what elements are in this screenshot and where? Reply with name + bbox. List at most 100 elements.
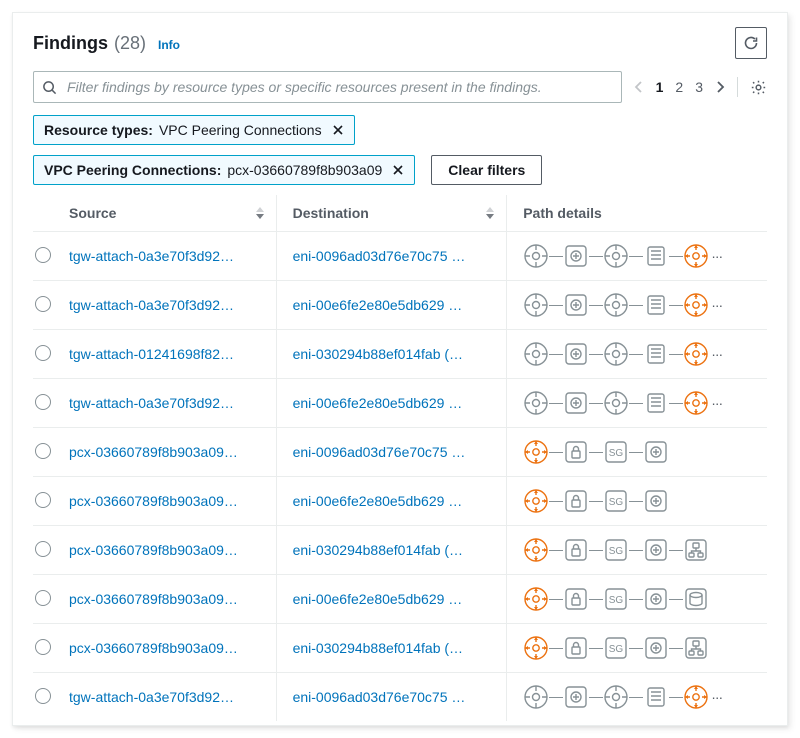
svg-text:SG: SG [609,644,624,655]
path-connector [589,403,603,404]
page-1[interactable]: 1 [656,79,664,95]
path-node-server-icon [643,243,669,269]
sort-destination[interactable] [484,205,496,221]
source-link[interactable]: pcx-03660789f8b903a09… [69,444,238,460]
search-box[interactable] [33,71,622,103]
destination-link[interactable]: eni-030294b88ef014fab (… [293,542,463,558]
source-link[interactable]: pcx-03660789f8b903a09… [69,591,238,607]
search-input[interactable] [65,78,613,96]
path-node-target-icon [523,537,549,563]
path-node-sg-icon: SG [603,439,629,465]
path-node-sg-icon: SG [603,537,629,563]
path-node-generic-icon [523,684,549,710]
path-node-target-icon [683,243,709,269]
source-link[interactable]: tgw-attach-0a3e70f3d92… [69,395,234,411]
path-more-icon[interactable]: ··· [711,395,722,411]
sort-icon [254,205,266,221]
path-node-generic-sq-icon [563,390,589,416]
path-node-lock-sq-icon [563,439,589,465]
info-link[interactable]: Info [158,38,180,52]
path-more-icon[interactable]: ··· [711,346,722,362]
source-link[interactable]: tgw-attach-0a3e70f3d92… [69,689,234,705]
source-link[interactable]: tgw-attach-0a3e70f3d92… [69,297,234,313]
source-link[interactable]: pcx-03660789f8b903a09… [69,493,238,509]
page-next-button[interactable] [715,80,725,94]
clear-filters-button[interactable]: Clear filters [431,155,542,185]
destination-link[interactable]: eni-00e6fe2e80e5db629 … [293,493,463,509]
source-link[interactable]: pcx-03660789f8b903a09… [69,542,238,558]
row-select-radio[interactable] [35,443,51,459]
path-connector [669,599,683,600]
row-select-radio[interactable] [35,394,51,410]
row-select-radio[interactable] [35,590,51,606]
path-more-icon[interactable]: ··· [711,689,722,705]
source-column-header[interactable]: Source [69,195,276,232]
path-node-tree-icon [683,537,709,563]
path-connector [589,305,603,306]
table-row: pcx-03660789f8b903a09… eni-0096ad03d76e70… [33,428,767,477]
page-prev-button[interactable] [634,80,644,94]
table-row: pcx-03660789f8b903a09… eni-00e6fe2e80e5db… [33,575,767,624]
settings-button[interactable] [750,79,767,96]
path-connector [589,452,603,453]
path-node-generic-icon [523,341,549,367]
chevron-right-icon [715,80,725,94]
destination-column-header[interactable]: Destination [276,195,507,232]
path-details: SG [523,488,757,514]
remove-filter-button[interactable] [332,124,344,136]
source-link[interactable]: tgw-attach-01241698f82… [69,346,234,362]
page-2[interactable]: 2 [675,79,683,95]
page-3[interactable]: 3 [695,79,703,95]
close-icon [392,164,404,176]
path-node-target-icon [683,684,709,710]
refresh-icon [743,35,759,51]
row-select-radio[interactable] [35,541,51,557]
row-select-radio[interactable] [35,247,51,263]
row-select-radio[interactable] [35,345,51,361]
path-details: SG [523,439,757,465]
path-connector [589,648,603,649]
search-row: 1 2 3 [33,71,767,103]
table-row: tgw-attach-01241698f82… eni-030294b88ef01… [33,330,767,379]
path-node-lock-sq-icon [563,537,589,563]
path-connector [589,354,603,355]
path-details: ··· [523,390,757,416]
row-select-radio[interactable] [35,492,51,508]
path-connector [669,403,683,404]
destination-link[interactable]: eni-00e6fe2e80e5db629 … [293,591,463,607]
path-node-target-icon [523,439,549,465]
row-select-radio[interactable] [35,688,51,704]
path-connector [549,256,563,257]
destination-link[interactable]: eni-0096ad03d76e70c75 … [293,689,466,705]
filter-token-label: Resource types: [44,122,153,138]
path-connector [589,697,603,698]
sort-source[interactable] [254,205,266,221]
source-link[interactable]: pcx-03660789f8b903a09… [69,640,238,656]
destination-link[interactable]: eni-0096ad03d76e70c75 … [293,444,466,460]
remove-filter-button[interactable] [392,164,404,176]
chevron-left-icon [634,80,644,94]
table-row: pcx-03660789f8b903a09… eni-00e6fe2e80e5db… [33,477,767,526]
destination-link[interactable]: eni-00e6fe2e80e5db629 … [293,395,463,411]
path-node-generic-icon [523,390,549,416]
path-more-icon[interactable]: ··· [711,248,722,264]
path-more-icon[interactable]: ··· [711,297,722,313]
filter-token-value: VPC Peering Connections [159,122,322,138]
row-select-radio[interactable] [35,296,51,312]
destination-link[interactable]: eni-030294b88ef014fab (… [293,640,463,656]
path-node-sg-icon: SG [603,586,629,612]
path-node-generic-icon [523,292,549,318]
destination-link[interactable]: eni-00e6fe2e80e5db629 … [293,297,463,313]
path-connector [669,256,683,257]
refresh-button[interactable] [735,27,767,59]
source-link[interactable]: tgw-attach-0a3e70f3d92… [69,248,234,264]
row-select-radio[interactable] [35,639,51,655]
path-node-target-icon [683,341,709,367]
path-connector [549,452,563,453]
destination-link[interactable]: eni-0096ad03d76e70c75 … [293,248,466,264]
destination-link[interactable]: eni-030294b88ef014fab (… [293,346,463,362]
title-block: Findings (28) Info [33,33,180,54]
path-details: ··· [523,341,757,367]
table-row: tgw-attach-0a3e70f3d92… eni-00e6fe2e80e5d… [33,281,767,330]
path-connector [669,648,683,649]
